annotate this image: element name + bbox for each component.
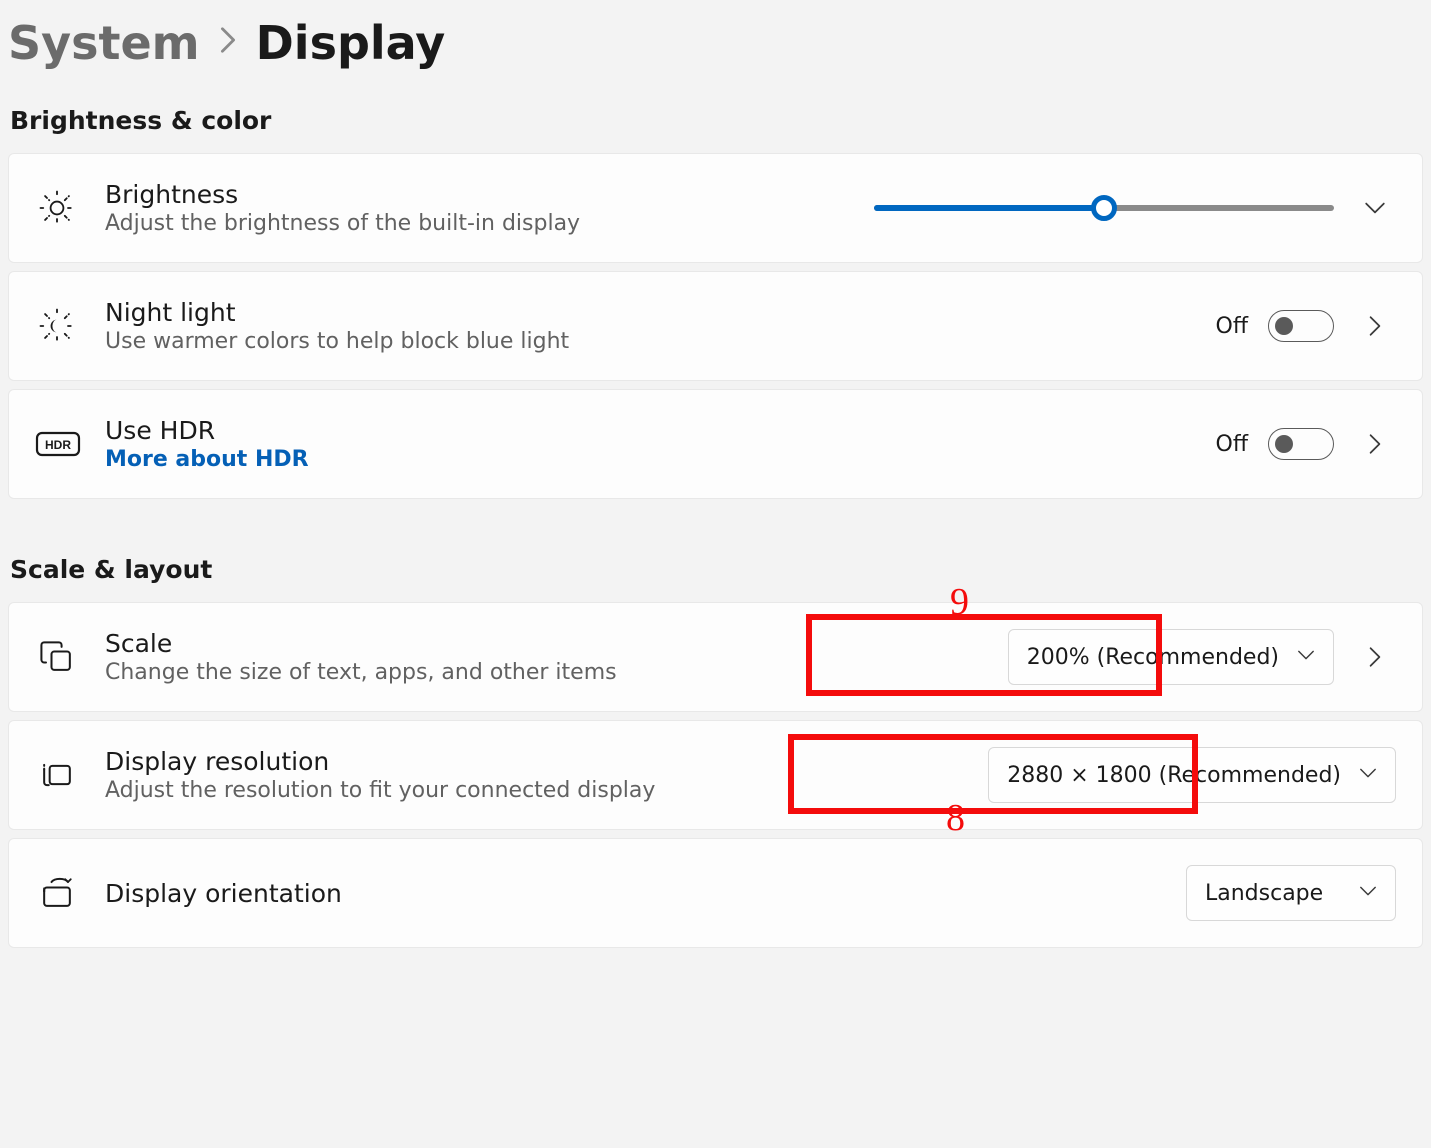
chevron-down-icon bbox=[1359, 881, 1377, 906]
row-sub-resolution: Adjust the resolution to fit your connec… bbox=[105, 778, 988, 803]
resolution-select-value: 2880 × 1800 (Recommended) bbox=[1007, 763, 1341, 788]
open-hdr[interactable] bbox=[1354, 433, 1396, 455]
brightness-slider-fill bbox=[874, 205, 1104, 211]
brightness-slider[interactable] bbox=[874, 205, 1334, 211]
row-title-orientation: Display orientation bbox=[105, 879, 1186, 908]
orientation-select[interactable]: Landscape bbox=[1186, 865, 1396, 921]
row-title-scale: Scale bbox=[105, 629, 1008, 658]
night-light-state-label: Off bbox=[1216, 314, 1248, 339]
expand-brightness[interactable] bbox=[1354, 197, 1396, 219]
scale-select-value: 200% (Recommended) bbox=[1027, 645, 1279, 670]
breadcrumb-parent[interactable]: System bbox=[8, 16, 200, 70]
toggle-knob bbox=[1275, 435, 1293, 453]
hdr-more-link[interactable]: More about HDR bbox=[105, 447, 1216, 472]
resolution-icon bbox=[35, 753, 105, 797]
breadcrumb-current: Display bbox=[256, 16, 446, 70]
section-title-scale-layout: Scale & layout bbox=[10, 555, 1423, 584]
row-title-hdr: Use HDR bbox=[105, 416, 1216, 445]
row-title-resolution: Display resolution bbox=[105, 747, 988, 776]
open-scale[interactable] bbox=[1354, 646, 1396, 668]
brightness-icon bbox=[35, 186, 105, 230]
section-title-brightness-color: Brightness & color bbox=[10, 106, 1423, 135]
row-title-brightness: Brightness bbox=[105, 180, 874, 209]
breadcrumb: System Display bbox=[8, 8, 1423, 70]
row-resolution[interactable]: Display resolution Adjust the resolution… bbox=[8, 720, 1423, 830]
hdr-state-label: Off bbox=[1216, 432, 1248, 457]
chevron-right-icon bbox=[218, 26, 238, 60]
row-brightness[interactable]: Brightness Adjust the brightness of the … bbox=[8, 153, 1423, 263]
hdr-toggle[interactable] bbox=[1268, 428, 1334, 460]
row-night-light[interactable]: Night light Use warmer colors to help bl… bbox=[8, 271, 1423, 381]
night-light-toggle[interactable] bbox=[1268, 310, 1334, 342]
chevron-down-icon bbox=[1297, 645, 1315, 670]
toggle-knob bbox=[1275, 317, 1293, 335]
chevron-down-icon bbox=[1359, 763, 1377, 788]
orientation-select-value: Landscape bbox=[1205, 881, 1323, 906]
night-light-icon bbox=[35, 304, 105, 348]
open-night-light[interactable] bbox=[1354, 315, 1396, 337]
scale-icon bbox=[35, 635, 105, 679]
row-sub-scale: Change the size of text, apps, and other… bbox=[105, 660, 1008, 685]
resolution-select[interactable]: 2880 × 1800 (Recommended) bbox=[988, 747, 1396, 803]
scale-select[interactable]: 200% (Recommended) bbox=[1008, 629, 1334, 685]
row-hdr[interactable]: HDR Use HDR More about HDR Off bbox=[8, 389, 1423, 499]
orientation-icon bbox=[35, 871, 105, 915]
row-orientation[interactable]: Display orientation Landscape bbox=[8, 838, 1423, 948]
row-title-night-light: Night light bbox=[105, 298, 1216, 327]
brightness-slider-thumb[interactable] bbox=[1091, 195, 1117, 221]
svg-text:HDR: HDR bbox=[45, 438, 71, 452]
row-sub-brightness: Adjust the brightness of the built-in di… bbox=[105, 211, 874, 236]
row-scale[interactable]: Scale Change the size of text, apps, and… bbox=[8, 602, 1423, 712]
row-sub-night-light: Use warmer colors to help block blue lig… bbox=[105, 329, 1216, 354]
hdr-icon: HDR bbox=[35, 429, 105, 459]
